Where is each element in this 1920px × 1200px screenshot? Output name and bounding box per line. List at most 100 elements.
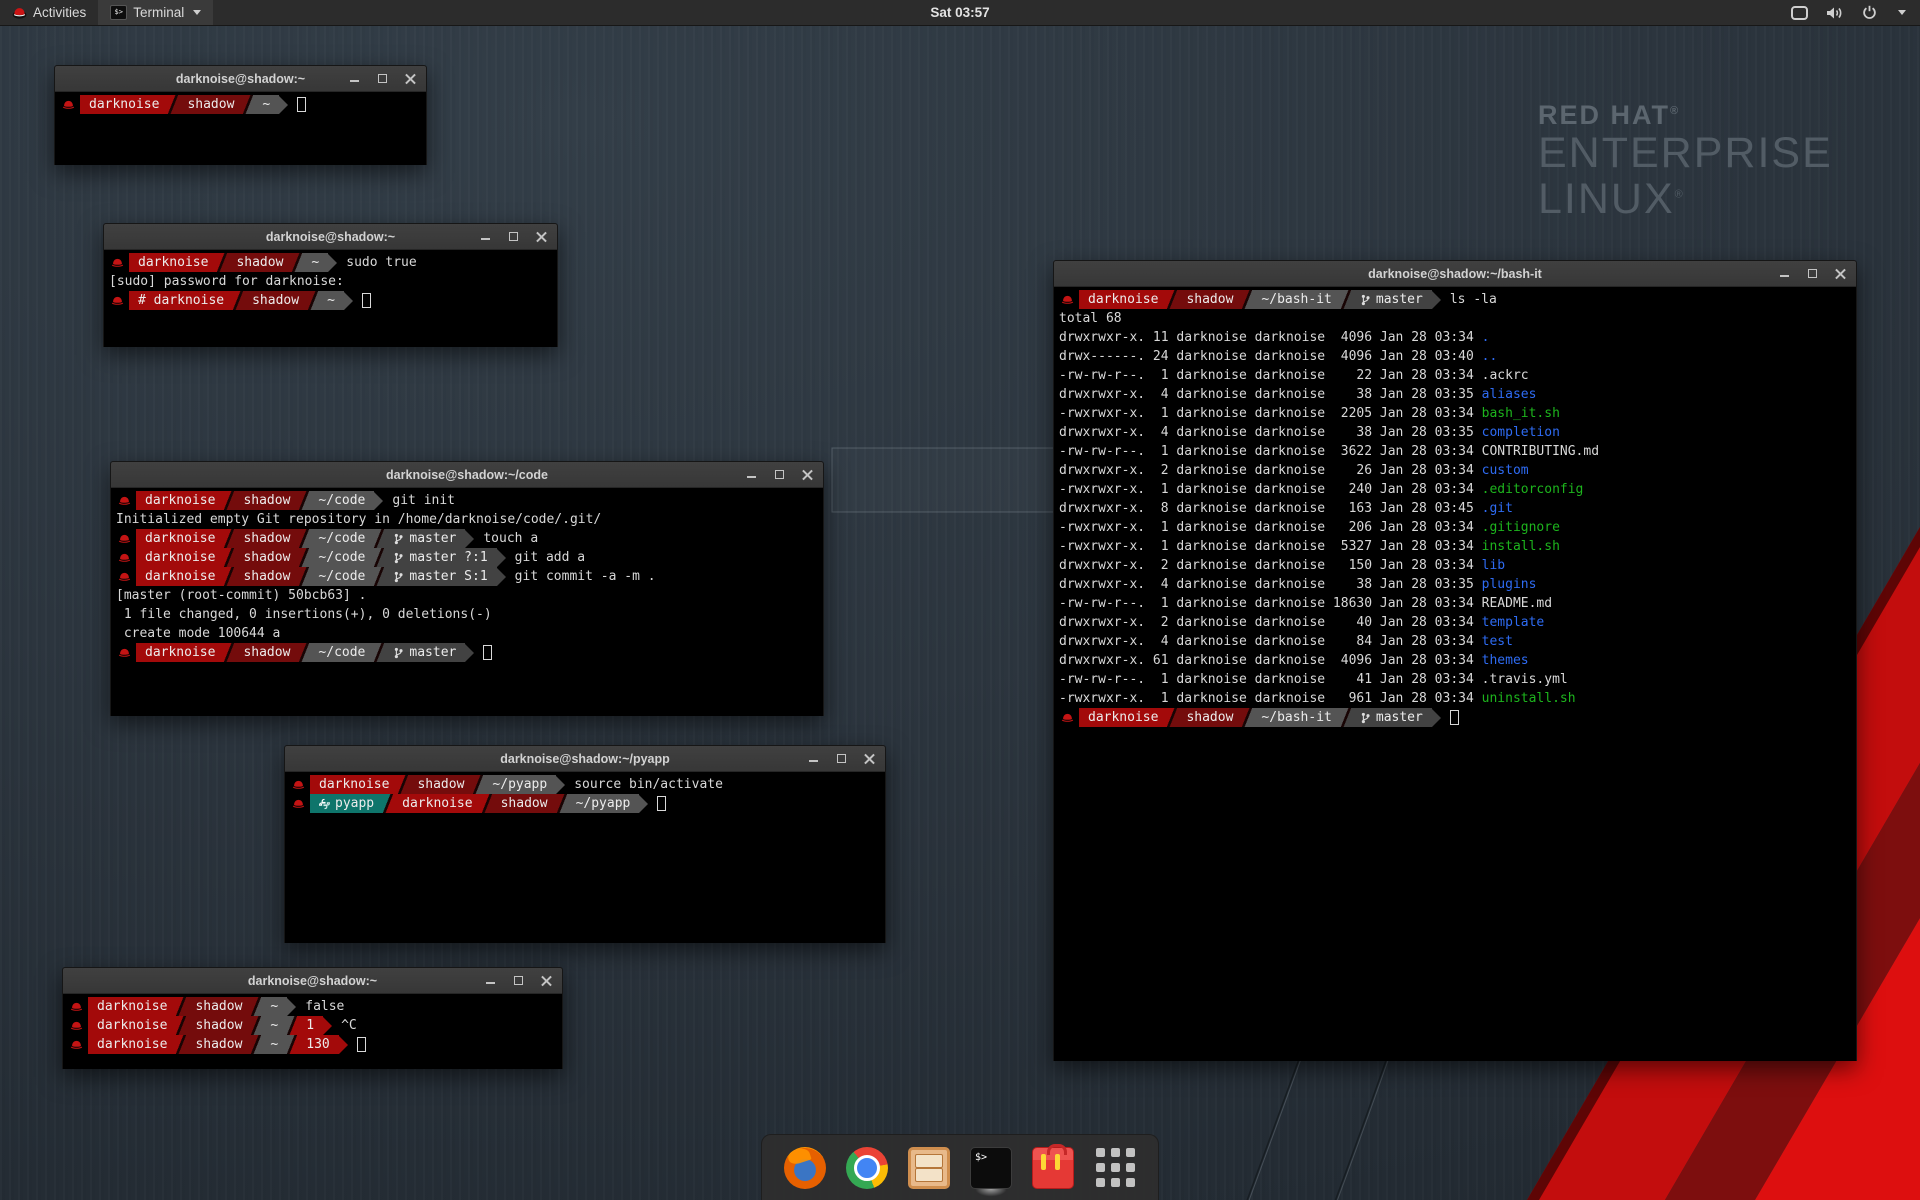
git-branch-icon: [393, 571, 404, 583]
clock[interactable]: Sat 03:57: [930, 5, 989, 20]
ls-row-attrs: -rw-rw-r--. 1 darknoise darknoise 18630 …: [1059, 596, 1482, 611]
maximize-button[interactable]: [1807, 268, 1818, 279]
terminal-line: drwxrwxr-x. 2 darknoise darknoise 26 Jan…: [1059, 461, 1856, 480]
close-button[interactable]: [541, 975, 552, 986]
terminal-line: -rw-rw-r--. 1 darknoise darknoise 41 Jan…: [1059, 670, 1856, 689]
dock-chrome-button[interactable]: [844, 1145, 890, 1191]
branding-linux: LINUX®: [1538, 177, 1833, 223]
activities-label: Activities: [33, 5, 86, 20]
prompt-segment-user: darknoise: [136, 529, 224, 548]
powerline-end-arrow-icon: [287, 998, 296, 1016]
powerline-end-arrow-icon: [328, 254, 337, 272]
ls-row-attrs: drwxrwxr-x. 4 darknoise darknoise 38 Jan…: [1059, 387, 1482, 402]
powerline-separator-icon: [1341, 290, 1351, 309]
terminal-window: darknoise@shadow:~darknoiseshadow~falsed…: [62, 967, 563, 1069]
prompt-segment-path: ~/code: [309, 529, 374, 548]
maximize-button[interactable]: [508, 231, 519, 242]
command-text: git commit -a -m .: [515, 569, 656, 584]
ls-row-filename: CONTRIBUTING.md: [1482, 444, 1599, 459]
terminal-content[interactable]: darknoiseshadow~sudo true[sudo] password…: [104, 250, 557, 347]
terminal-content[interactable]: darknoiseshadow~/codegit initInitialized…: [111, 488, 823, 716]
chrome-icon: [846, 1147, 888, 1189]
powerline-separator-icon: [233, 291, 243, 310]
close-button[interactable]: [802, 469, 813, 480]
prompt-segment-host: shadow: [186, 1035, 251, 1054]
redhat-prompt-icon: [111, 257, 124, 269]
redhat-prompt-icon: [1061, 712, 1074, 724]
window-titlebar[interactable]: darknoise@shadow:~: [63, 968, 562, 994]
prompt-segment-git: master S:1: [384, 567, 496, 586]
window-titlebar[interactable]: darknoise@shadow:~: [55, 66, 426, 92]
window-titlebar[interactable]: darknoise@shadow:~/bash-it: [1054, 261, 1856, 287]
prompt-segment-host: shadow: [492, 794, 557, 813]
terminal-line: drwxrwxr-x. 8 darknoise darknoise 163 Ja…: [1059, 499, 1856, 518]
terminal-cursor: [483, 645, 492, 660]
power-icon[interactable]: [1862, 5, 1877, 20]
prompt-segment-path: ~: [253, 95, 279, 114]
prompt-segment-host: shadow: [1177, 708, 1242, 727]
close-button[interactable]: [864, 753, 875, 764]
close-button[interactable]: [536, 231, 547, 242]
terminal-cursor: [657, 796, 666, 811]
chevron-down-icon: [193, 10, 201, 15]
volume-icon[interactable]: [1826, 6, 1844, 20]
ls-row-attrs: -rw-rw-r--. 1 darknoise darknoise 22 Jan…: [1059, 368, 1482, 383]
window-titlebar[interactable]: darknoise@shadow:~/code: [111, 462, 823, 488]
command-text: git init: [392, 493, 455, 508]
prompt-segment-user: # darknoise: [129, 291, 233, 310]
git-branch-icon: [393, 533, 404, 545]
terminal-line: drwxrwxr-x. 2 darknoise darknoise 40 Jan…: [1059, 613, 1856, 632]
maximize-button[interactable]: [774, 469, 785, 480]
display-icon[interactable]: [1791, 6, 1808, 20]
terminal-line: darknoiseshadow~/codemastertouch a: [116, 529, 823, 548]
prompt-segment-host: shadow: [408, 775, 473, 794]
minimize-button[interactable]: [485, 975, 496, 986]
dock-firefox-button[interactable]: [782, 1145, 828, 1191]
ls-row-filename: completion: [1482, 425, 1560, 440]
minimize-button[interactable]: [746, 469, 757, 480]
prompt-segment-host: shadow: [234, 643, 299, 662]
terminal-content[interactable]: darknoiseshadow~: [55, 92, 426, 165]
maximize-button[interactable]: [377, 73, 388, 84]
maximize-button[interactable]: [836, 753, 847, 764]
window-controls: [480, 224, 547, 249]
minimize-button[interactable]: [480, 231, 491, 242]
minimize-button[interactable]: [349, 73, 360, 84]
output-text: create mode 100644 a: [116, 626, 280, 641]
terminal-content[interactable]: darknoiseshadow~/bash-itmasterls -latota…: [1054, 287, 1856, 1061]
app-menu-button[interactable]: $> Terminal: [98, 0, 213, 25]
close-button[interactable]: [1835, 268, 1846, 279]
minimize-button[interactable]: [1779, 268, 1790, 279]
terminal-content[interactable]: darknoiseshadow~/pyappsource bin/activat…: [285, 772, 885, 943]
terminal-line: darknoiseshadow~/bash-itmasterls -la: [1059, 290, 1856, 309]
prompt-segment-user: darknoise: [136, 567, 224, 586]
ls-row-attrs: -rw-rw-r--. 1 darknoise darknoise 41 Jan…: [1059, 672, 1482, 687]
maximize-button[interactable]: [513, 975, 524, 986]
redhat-prompt-icon: [118, 571, 131, 583]
minimize-button[interactable]: [808, 753, 819, 764]
window-titlebar[interactable]: darknoise@shadow:~: [104, 224, 557, 250]
redhat-prompt-icon: [292, 798, 305, 810]
close-button[interactable]: [405, 73, 416, 84]
terminal-line: -rw-rw-r--. 1 darknoise darknoise 22 Jan…: [1059, 366, 1856, 385]
dock-files-button[interactable]: [906, 1145, 952, 1191]
powerline-separator-icon: [168, 95, 178, 114]
powerline-separator-icon: [398, 775, 408, 794]
ls-row-filename: .travis.yml: [1482, 672, 1568, 687]
dock-app-grid-button[interactable]: [1092, 1145, 1138, 1191]
prompt-segment-path: ~: [261, 997, 287, 1016]
powerline-separator-icon: [299, 548, 309, 567]
dock-terminal-button[interactable]: $>: [968, 1145, 1014, 1191]
system-menu-chevron-icon[interactable]: [1898, 10, 1906, 15]
powerline-separator-icon: [1341, 708, 1351, 727]
ls-row-attrs: drwxrwxr-x. 11 darknoise darknoise 4096 …: [1059, 330, 1482, 345]
powerline-separator-icon: [299, 529, 309, 548]
terminal-line: -rwxrwxr-x. 1 darknoise darknoise 240 Ja…: [1059, 480, 1856, 499]
window-titlebar[interactable]: darknoise@shadow:~/pyapp: [285, 746, 885, 772]
powerline-separator-icon: [374, 548, 384, 567]
terminal-line: darknoiseshadow~/pyappsource bin/activat…: [290, 775, 885, 794]
branding-enterprise: ENTERPRISE: [1538, 131, 1833, 177]
dock-toolbox-button[interactable]: [1030, 1145, 1076, 1191]
terminal-content[interactable]: darknoiseshadow~falsedarknoiseshadow~1^C…: [63, 994, 562, 1069]
activities-button[interactable]: Activities: [0, 0, 98, 25]
